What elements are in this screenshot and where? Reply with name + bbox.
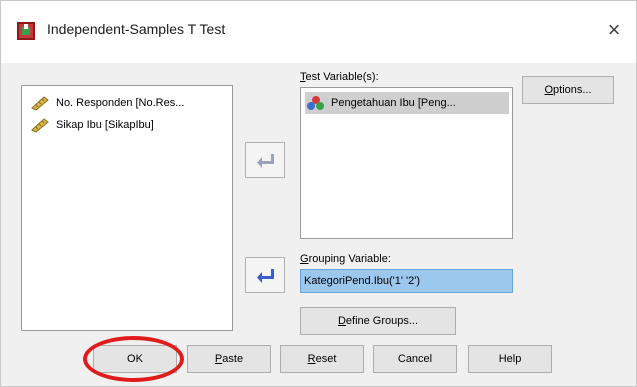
list-item[interactable]: Pengetahuan Ibu [Peng...: [305, 92, 509, 114]
grouping-variable-label: Grouping Variable:: [300, 253, 391, 265]
list-item[interactable]: Sikap Ibu [SikapIbu]: [30, 116, 154, 134]
list-item-label: Pengetahuan Ibu [Peng...: [331, 97, 456, 109]
scale-ruler-icon: [31, 118, 49, 133]
move-arrow-icon: [257, 154, 274, 168]
spss-dialog-icon: [17, 22, 35, 40]
define-groups-button[interactable]: Define Groups...: [300, 307, 456, 335]
close-button[interactable]: ×: [599, 15, 629, 45]
move-to-test-variables-button[interactable]: [245, 142, 285, 178]
help-button[interactable]: Help: [468, 345, 552, 373]
test-variables-list[interactable]: Pengetahuan Ibu [Peng...: [300, 87, 513, 239]
scale-ruler-icon: [31, 96, 49, 111]
paste-button[interactable]: Paste: [187, 345, 271, 373]
grouping-variable-field[interactable]: KategoriPend.Ibu('1' '2'): [300, 269, 513, 293]
ok-highlight-circle: [83, 336, 184, 382]
options-button[interactable]: Options...: [522, 76, 614, 104]
close-icon: ×: [607, 17, 621, 42]
nominal-balls-icon: [307, 96, 324, 110]
move-arrow-icon: [257, 269, 274, 283]
list-item-label: No. Responden [No.Res...: [56, 97, 185, 109]
move-to-grouping-variable-button[interactable]: [245, 257, 285, 293]
title-bar: Independent-Samples T Test ×: [1, 1, 636, 63]
list-item-label: Sikap Ibu [SikapIbu]: [56, 119, 154, 131]
dialog-window: Independent-Samples T Test × No. Respond…: [0, 0, 637, 387]
test-variables-label: Test Variable(s):: [300, 71, 379, 83]
list-item[interactable]: No. Responden [No.Res...: [30, 94, 184, 112]
reset-button[interactable]: Reset: [280, 345, 364, 373]
source-variable-list[interactable]: No. Responden [No.Res... Sikap Ibu [Sika…: [21, 85, 233, 331]
cancel-button[interactable]: Cancel: [373, 345, 457, 373]
dialog-title: Independent-Samples T Test: [47, 21, 226, 37]
